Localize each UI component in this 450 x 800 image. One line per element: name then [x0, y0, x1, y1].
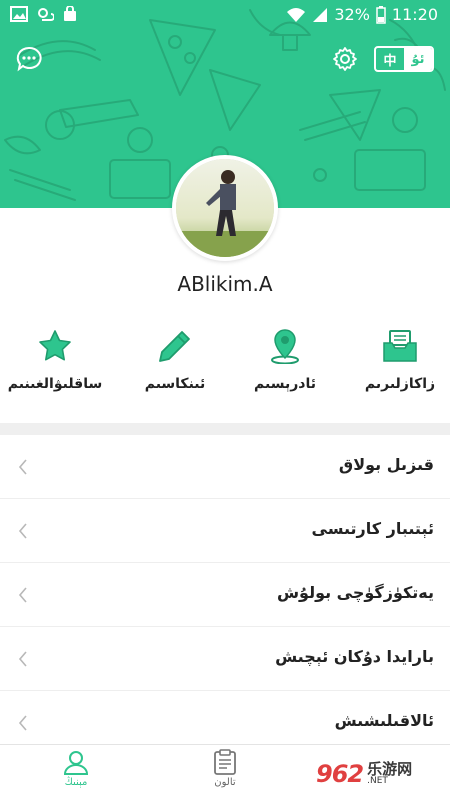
gear-icon	[333, 47, 357, 71]
shopping-bag-notification-icon	[64, 6, 76, 21]
status-bar: 32% 11:20	[0, 0, 450, 32]
menu-item-become-courier[interactable]: يەتكۈزگۈچى بولۇش	[0, 563, 450, 627]
watermark-number: 962	[316, 760, 364, 788]
chevron-left-icon	[18, 523, 27, 539]
menu-item-red-packet[interactable]: قىزىل بولاق	[0, 435, 450, 499]
menu-item-label: قىزىل بولاق	[338, 455, 434, 474]
my-orders-button[interactable]: زاكازلىرىم	[345, 326, 450, 406]
battery-level: 32%	[334, 5, 370, 24]
avatar[interactable]	[172, 155, 278, 261]
nav-tab-orders[interactable]: تالون	[185, 749, 265, 799]
star-icon	[39, 330, 71, 361]
menu-item-open-store[interactable]: بارايدا دۇكان ئېچىش	[0, 627, 450, 691]
clock: 11:20	[391, 5, 438, 24]
gallery-notification-icon	[10, 6, 28, 22]
chevron-left-icon	[18, 459, 27, 475]
watermark-cn-text: 乐游网	[367, 760, 413, 778]
section-divider	[0, 423, 450, 435]
pencil-icon	[159, 331, 190, 362]
menu-item-discount-card[interactable]: ئېتىبار كارتىسى	[0, 499, 450, 563]
my-reviews-label: ئىنكاسىم	[144, 376, 206, 392]
nav-tab-me-label: مېنىڭ	[64, 777, 88, 788]
chat-button[interactable]	[14, 44, 44, 74]
username: ABlikim.A	[177, 272, 273, 296]
chevron-left-icon	[18, 715, 27, 731]
menu-item-label: ئالاقىلىشىش	[334, 711, 434, 730]
nav-tab-me[interactable]: مېنىڭ	[36, 749, 116, 799]
chevron-left-icon	[18, 587, 27, 603]
favorites-button[interactable]: ساقلىۋالغىنىم	[0, 326, 110, 406]
menu-item-label: ئېتىبار كارتىسى	[311, 519, 434, 538]
language-toggle[interactable]: 中 ئۇ	[374, 46, 434, 72]
menu-item-label: يەتكۈزگۈچى بولۇش	[276, 583, 434, 602]
my-orders-label: زاكازلىرىم	[364, 376, 436, 392]
order-box-icon	[383, 330, 417, 362]
signal-icon	[313, 7, 328, 22]
my-address-label: ئادرېسىم	[254, 376, 316, 392]
menu-item-label: بارايدا دۇكان ئېچىش	[275, 647, 434, 666]
weather-notification-icon	[38, 8, 54, 21]
chat-bubble-icon	[16, 46, 42, 72]
menu-list: قىزىل بولاق ئېتىبار كارتىسى يەتكۈزگۈچى ب…	[0, 435, 450, 755]
lang-option-uyghur[interactable]: ئۇ	[404, 48, 432, 70]
favorites-label: ساقلىۋالغىنىم	[7, 376, 103, 392]
quick-actions: زاكازلىرىم ئادرېسىم ئىنكاسىم ساقلىۋالغىن…	[0, 326, 450, 406]
chevron-left-icon	[18, 651, 27, 667]
watermark-suffix: .NET	[367, 776, 388, 786]
person-icon	[63, 751, 89, 775]
clipboard-icon	[214, 749, 236, 775]
wifi-icon	[287, 7, 306, 22]
my-address-button[interactable]: ئادرېسىم	[230, 326, 340, 406]
battery-icon	[376, 5, 386, 24]
avatar-photo	[176, 159, 274, 257]
lang-option-chinese[interactable]: 中	[376, 48, 404, 70]
nav-tab-orders-label: تالون	[214, 777, 236, 788]
my-reviews-button[interactable]: ئىنكاسىم	[120, 326, 230, 406]
site-watermark: 962 乐游网 .NET	[316, 752, 446, 796]
location-pin-icon	[271, 329, 299, 364]
settings-button[interactable]	[330, 44, 360, 74]
